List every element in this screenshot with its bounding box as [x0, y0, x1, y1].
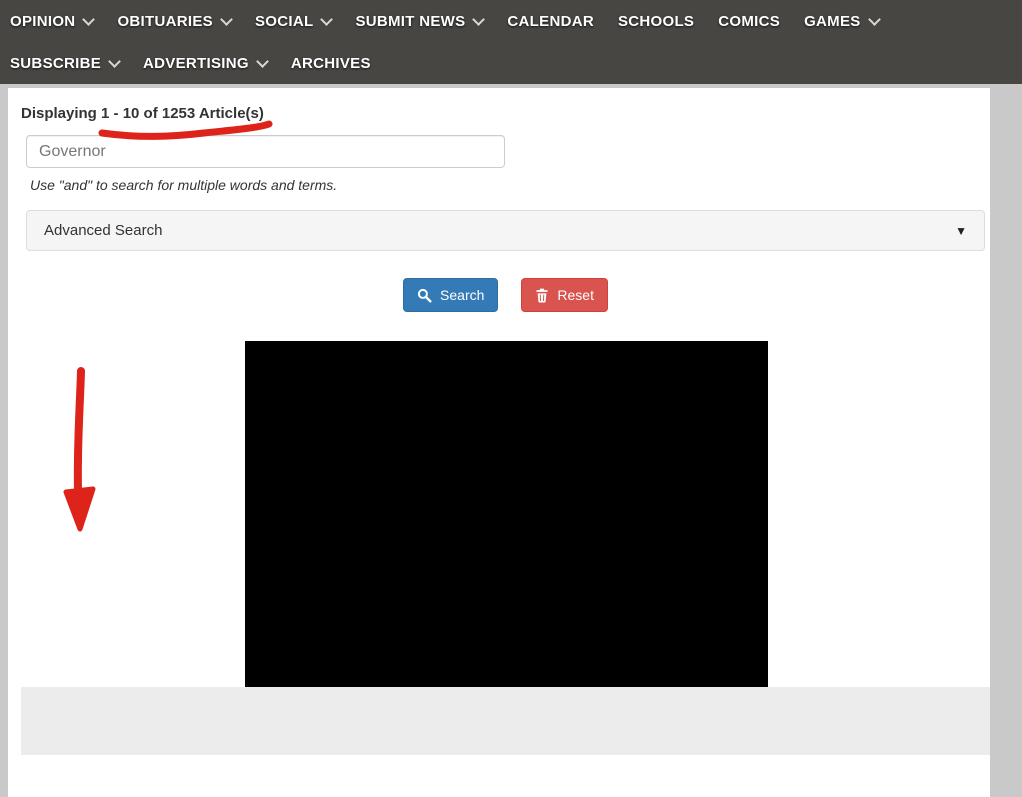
redacted-image — [245, 341, 768, 687]
search-button-label: Search — [440, 287, 484, 303]
search-button[interactable]: Search — [403, 278, 498, 312]
search-hint: Use "and" to search for multiple words a… — [30, 177, 337, 193]
reset-button-label: Reset — [557, 287, 594, 303]
nav-item-subscribe[interactable]: SUBSCRIBE — [10, 55, 131, 72]
main-nav: OPINION OBITUARIES SOCIAL SUBMIT NEWS CA… — [0, 0, 1022, 84]
content-card: Displaying 1 - 10 of 1253 Article(s) Use… — [8, 88, 990, 797]
footer-placeholder — [21, 687, 990, 755]
nav-item-games[interactable]: GAMES — [792, 13, 891, 30]
search-input[interactable] — [26, 135, 505, 168]
nav-item-label: CALENDAR — [507, 13, 594, 30]
nav-item-label: GAMES — [804, 13, 861, 30]
nav-item-submit-news[interactable]: SUBMIT NEWS — [343, 13, 495, 30]
chevron-down-icon — [108, 55, 121, 68]
chevron-down-icon — [868, 13, 881, 26]
nav-item-label: SUBSCRIBE — [10, 55, 101, 72]
nav-item-label: ARCHIVES — [291, 55, 371, 72]
advanced-search-toggle[interactable]: Advanced Search ▼ — [26, 210, 985, 251]
nav-item-archives[interactable]: ARCHIVES — [279, 55, 383, 72]
results-summary: Displaying 1 - 10 of 1253 Article(s) — [21, 105, 264, 122]
form-actions: Search Reset — [26, 278, 985, 312]
nav-item-opinion[interactable]: OPINION — [10, 13, 105, 30]
chevron-down-icon — [83, 13, 96, 26]
page: OPINION OBITUARIES SOCIAL SUBMIT NEWS CA… — [0, 0, 1022, 797]
nav-item-social[interactable]: SOCIAL — [243, 13, 343, 30]
search-icon — [417, 288, 432, 303]
chevron-down-icon — [473, 13, 486, 26]
nav-item-label: COMICS — [718, 13, 780, 30]
trash-icon — [535, 288, 549, 303]
nav-item-label: OPINION — [10, 13, 75, 30]
caret-down-icon: ▼ — [955, 225, 967, 237]
nav-item-label: SCHOOLS — [618, 13, 694, 30]
chevron-down-icon — [220, 13, 233, 26]
nav-item-advertising[interactable]: ADVERTISING — [131, 55, 279, 72]
nav-item-label: OBITUARIES — [117, 13, 213, 30]
nav-item-calendar[interactable]: CALENDAR — [495, 13, 606, 30]
nav-item-schools[interactable]: SCHOOLS — [606, 13, 706, 30]
nav-item-label: SOCIAL — [255, 13, 313, 30]
nav-row-2: SUBSCRIBE ADVERTISING ARCHIVES — [10, 42, 1022, 84]
advanced-search-label: Advanced Search — [44, 222, 162, 239]
nav-item-label: ADVERTISING — [143, 55, 249, 72]
nav-item-comics[interactable]: COMICS — [706, 13, 792, 30]
chevron-down-icon — [321, 13, 334, 26]
nav-row-1: OPINION OBITUARIES SOCIAL SUBMIT NEWS CA… — [10, 0, 1022, 42]
nav-item-label: SUBMIT NEWS — [355, 13, 465, 30]
nav-item-obituaries[interactable]: OBITUARIES — [105, 13, 243, 30]
chevron-down-icon — [256, 55, 269, 68]
reset-button[interactable]: Reset — [521, 278, 608, 312]
